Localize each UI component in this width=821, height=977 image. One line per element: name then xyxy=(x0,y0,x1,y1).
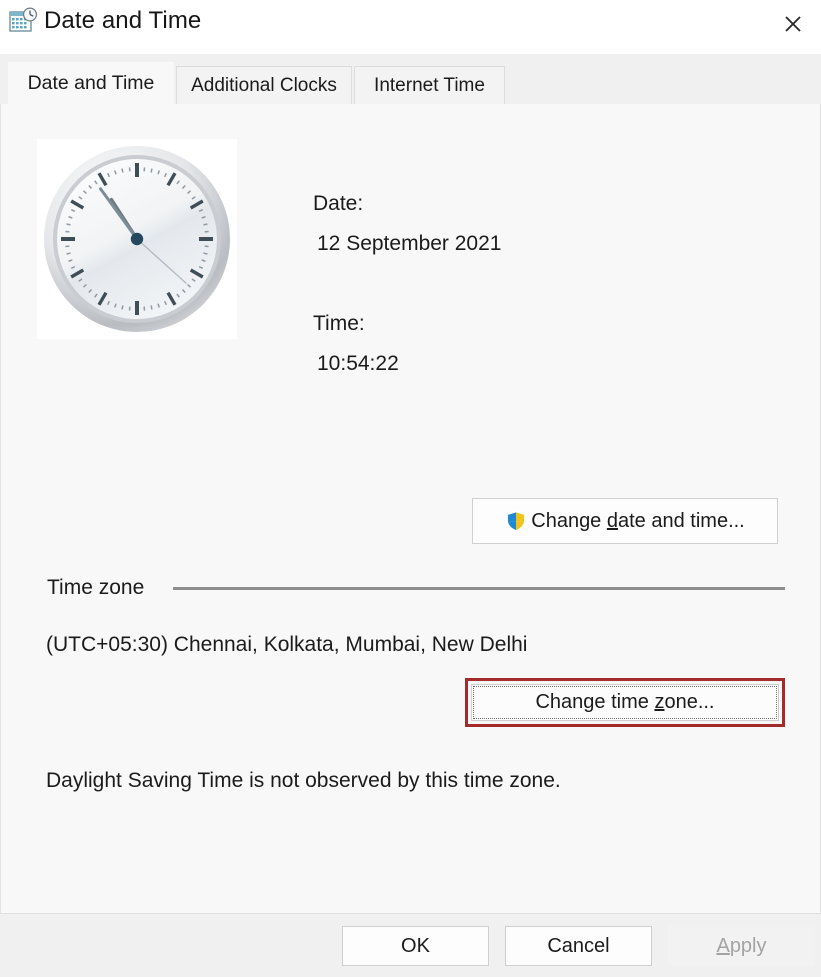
cancel-button[interactable]: Cancel xyxy=(505,926,652,966)
title-bar: Date and Time xyxy=(0,0,821,54)
close-icon[interactable] xyxy=(765,0,821,48)
uac-shield-icon xyxy=(505,510,527,532)
cancel-label: Cancel xyxy=(547,934,610,957)
tab-date-and-time[interactable]: Date and Time xyxy=(8,62,174,104)
group-separator-line xyxy=(173,587,785,590)
tab-label: Date and Time xyxy=(27,71,155,94)
time-value: 10:54:22 xyxy=(317,352,399,375)
date-label: Date: xyxy=(313,192,364,215)
tab-label: Internet Time xyxy=(374,74,485,96)
tab-strip: Date and Time Additional Clocks Internet… xyxy=(0,54,821,104)
calendar-clock-icon xyxy=(8,6,38,36)
apply-label: Apply xyxy=(716,934,767,957)
window-title: Date and Time xyxy=(44,7,202,34)
tab-internet-time[interactable]: Internet Time xyxy=(354,66,505,104)
ok-label: OK xyxy=(401,934,430,957)
apply-button: Apply xyxy=(668,926,815,966)
change-date-and-time-label: Change date and time... xyxy=(531,509,745,532)
daylight-saving-note: Daylight Saving Time is not observed by … xyxy=(46,769,561,792)
change-time-zone-label: Change time zone... xyxy=(535,691,715,713)
change-time-zone-button[interactable]: Change time zone... xyxy=(471,684,779,721)
timezone-group-label: Time zone xyxy=(47,576,151,600)
date-value: 12 September 2021 xyxy=(317,232,502,255)
ok-button[interactable]: OK xyxy=(342,926,489,966)
analog-clock-image xyxy=(37,139,237,339)
dialog-footer: OK Cancel Apply xyxy=(0,915,821,977)
change-date-and-time-button[interactable]: Change date and time... xyxy=(472,498,778,544)
time-label: Time: xyxy=(313,312,365,335)
timezone-value: (UTC+05:30) Chennai, Kolkata, Mumbai, Ne… xyxy=(46,633,528,656)
tab-label: Additional Clocks xyxy=(191,74,337,96)
date-and-time-panel: Date: 12 September 2021 Time: 10:54:22 C… xyxy=(0,104,821,914)
tab-additional-clocks[interactable]: Additional Clocks xyxy=(176,66,352,104)
